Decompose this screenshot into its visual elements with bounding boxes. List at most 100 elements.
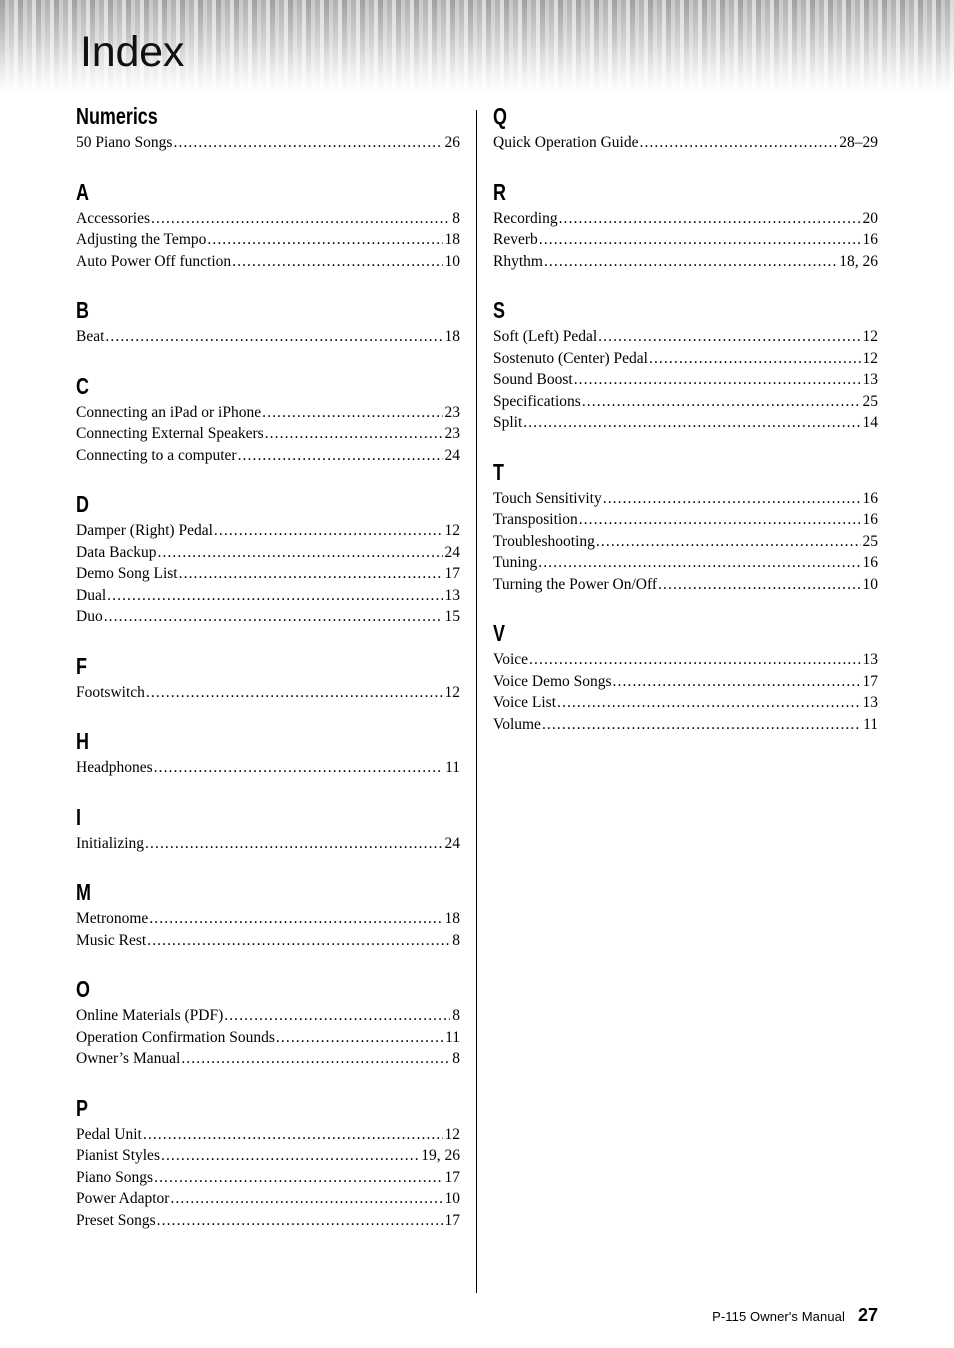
index-entry[interactable]: Data Backup 24 <box>76 542 460 564</box>
dot-leader <box>232 251 442 267</box>
index-entry-page-number: 18 <box>444 328 461 345</box>
index-entry[interactable]: Voice Demo Songs 17 <box>493 671 878 693</box>
index-entry[interactable]: Auto Power Off function 10 <box>76 251 460 273</box>
index-section: M Metronome 18 Music Rest 8 <box>76 880 460 951</box>
index-entry-page-number: 12 <box>862 349 879 367</box>
dot-leader <box>147 930 450 946</box>
index-entry-label: Connecting to a computer <box>76 446 237 464</box>
index-entry[interactable]: Damper (Right) Pedal 12 <box>76 520 460 542</box>
index-entry[interactable]: Connecting External Speakers 23 <box>76 423 460 445</box>
index-entry[interactable]: Quick Operation Guide 28–29 <box>493 132 878 154</box>
index-entry[interactable]: Accessories 8 <box>76 208 460 230</box>
section-letter-heading: H <box>76 728 89 754</box>
index-entry-page-number: 24 <box>444 446 461 464</box>
section-letter-heading: M <box>76 879 91 905</box>
index-entry-label: Damper (Right) Pedal <box>76 522 213 539</box>
index-entry-page-number: 12 <box>444 683 461 701</box>
index-entry-label: Recording <box>493 209 558 227</box>
index-entry[interactable]: Troubleshooting 25 <box>493 531 878 553</box>
index-entry-page-number: 16 <box>862 489 879 507</box>
index-entry-page-number: 26 <box>444 134 461 151</box>
dot-leader <box>582 391 861 407</box>
index-entry[interactable]: Reverb 16 <box>493 229 878 251</box>
dot-leader <box>603 488 861 504</box>
index-entry[interactable]: Split 14 <box>493 412 878 434</box>
index-entry[interactable]: Operation Confirmation Sounds 11 <box>76 1027 460 1049</box>
index-entry[interactable]: Touch Sensitivity 16 <box>493 488 878 510</box>
index-entry-label: Music Rest <box>76 931 147 949</box>
index-entry[interactable]: Online Materials (PDF) 8 <box>76 1005 460 1027</box>
index-entry-label: Dual <box>76 586 107 604</box>
index-entry[interactable]: Adjusting the Tempo 18 <box>76 229 460 251</box>
dot-leader <box>170 1188 442 1204</box>
index-entry[interactable]: Turning the Power On/Off 10 <box>493 574 878 596</box>
section-letter-heading: Numerics <box>76 103 158 129</box>
index-entry-list: Online Materials (PDF)8Operation Confirm… <box>76 1005 460 1070</box>
dot-leader <box>173 132 442 148</box>
dot-leader <box>539 229 861 245</box>
index-entry[interactable]: Connecting an iPad or iPhone 23 <box>76 402 460 424</box>
index-entry-page-number: 16 <box>862 231 879 248</box>
section-letter-heading: Q <box>493 103 507 129</box>
index-entry-page-number: 13 <box>444 586 461 604</box>
index-entry[interactable]: Sostenuto (Center) Pedal 12 <box>493 348 878 370</box>
index-entry[interactable]: Dual 13 <box>76 585 460 607</box>
index-entry[interactable]: Piano Songs 17 <box>76 1167 460 1189</box>
index-entry-label: Sostenuto (Center) Pedal <box>493 349 648 367</box>
index-entry[interactable]: Voice List 13 <box>493 692 878 714</box>
index-section: VVoice13Voice Demo Songs17Voice List13Vo… <box>493 621 878 735</box>
index-entry[interactable]: Metronome 18 <box>76 908 460 930</box>
dot-leader <box>161 1145 419 1161</box>
index-entry[interactable]: Transposition 16 <box>493 509 878 531</box>
dot-leader <box>151 208 450 224</box>
index-entry[interactable]: Volume 11 <box>493 714 878 736</box>
index-entry[interactable]: Footswitch 12 <box>76 682 460 704</box>
index-entry[interactable]: Pedal Unit 12 <box>76 1124 460 1146</box>
index-entry-label: Beat <box>76 328 105 345</box>
index-entry-label: Voice Demo Songs <box>493 672 612 690</box>
index-entry[interactable]: Initializing 24 <box>76 833 460 855</box>
index-entry[interactable]: Pianist Styles 19, 26 <box>76 1145 460 1167</box>
dot-leader <box>224 1005 450 1021</box>
index-entry-label: Accessories <box>76 209 151 227</box>
index-entry-label: Reverb <box>493 231 538 248</box>
index-entry[interactable]: Sound Boost 13 <box>493 369 878 391</box>
index-entry[interactable]: Connecting to a computer 24 <box>76 445 460 467</box>
index-entry-list: Metronome 18 Music Rest 8 <box>76 908 460 951</box>
index-entry[interactable]: Rhythm 18, 26 <box>493 251 878 273</box>
dot-leader <box>145 833 442 849</box>
index-entry[interactable]: Headphones 11 <box>76 757 460 779</box>
dot-leader <box>579 509 861 525</box>
index-entry-page-number: 17 <box>444 1211 461 1229</box>
index-entry-page-number: 25 <box>862 392 879 410</box>
index-entry[interactable]: Tuning 16 <box>493 552 878 574</box>
index-entry[interactable]: Power Adaptor 10 <box>76 1188 460 1210</box>
index-entry-label: Voice List <box>493 694 556 711</box>
page-header-band: Index <box>0 0 954 95</box>
index-entry-label: Preset Songs <box>76 1211 156 1229</box>
index-entry-label: 50 Piano Songs <box>76 134 173 151</box>
index-entry[interactable]: Voice 13 <box>493 649 878 671</box>
section-letter-heading: C <box>76 372 89 399</box>
index-entry-label: Voice <box>493 651 529 668</box>
dot-leader <box>542 714 861 730</box>
index-entry[interactable]: Recording 20 <box>493 208 878 230</box>
index-entry[interactable]: Soft (Left) Pedal 12 <box>493 326 878 348</box>
section-letter-heading: R <box>493 178 506 205</box>
index-entry[interactable]: Preset Songs 17 <box>76 1210 460 1232</box>
index-entry[interactable]: Specifications 25 <box>493 391 878 413</box>
index-section: B Beat 18 <box>76 298 460 348</box>
index-section: A Accessories 8 Adjusting the Tempo 18 Auto P… <box>76 179 460 273</box>
index-entry[interactable]: Owner’s Manual 8 <box>76 1048 460 1070</box>
index-entry-list: Voice 13 Voice Demo Songs 17 Voice List 13 Vol… <box>493 649 878 735</box>
index-entry[interactable]: Demo Song List 17 <box>76 563 460 585</box>
index-entry[interactable]: Music Rest 8 <box>76 930 460 952</box>
index-entry-page-number: 13 <box>862 371 879 388</box>
index-column-left: Numerics 50 Piano Songs 26 A Accessories 8 Adj… <box>76 104 460 1231</box>
index-entry[interactable]: Duo 15 <box>76 606 460 628</box>
dot-leader <box>181 1048 450 1064</box>
index-entry-page-number: 23 <box>444 425 461 442</box>
index-entry[interactable]: Beat 18 <box>76 326 460 348</box>
index-entry-page-number: 24 <box>444 834 461 852</box>
index-entry[interactable]: 50 Piano Songs 26 <box>76 132 460 154</box>
